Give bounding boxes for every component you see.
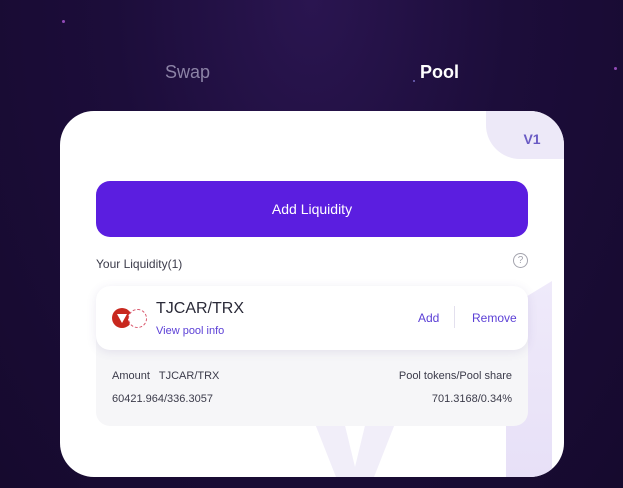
version-badge: V1 xyxy=(486,111,564,159)
tjcar-icon xyxy=(128,309,147,328)
nav-tabs: Swap Pool xyxy=(0,62,623,90)
your-liquidity-label: Your Liquidity(1) xyxy=(96,257,183,271)
tab-pool[interactable]: Pool xyxy=(420,62,459,83)
token-icon-pair xyxy=(112,308,148,330)
pair-name: TJCAR/TRX xyxy=(156,300,244,317)
amount-value: 60421.964/336.3057 xyxy=(112,393,213,405)
add-button[interactable]: Add xyxy=(418,311,439,325)
pool-card: V1 Add Liquidity Your Liquidity(1) ? TJC… xyxy=(60,111,564,477)
question-circle-icon[interactable]: ? xyxy=(513,253,528,268)
amount-label: Amount TJCAR/TRX xyxy=(112,370,220,382)
add-liquidity-button[interactable]: Add Liquidity xyxy=(96,181,528,237)
tab-swap[interactable]: Swap xyxy=(165,62,210,83)
pool-share-value: 701.3168/0.34% xyxy=(431,393,512,405)
pool-share-label: Pool tokens/Pool share xyxy=(398,370,512,382)
decorative-star xyxy=(62,20,65,23)
pair-row: TJCAR/TRX View pool info Add Remove xyxy=(96,286,528,350)
remove-button[interactable]: Remove xyxy=(472,311,517,325)
view-pool-info-link[interactable]: View pool info xyxy=(156,325,224,337)
liquidity-position: TJCAR/TRX View pool info Add Remove Amou… xyxy=(96,286,528,426)
divider xyxy=(454,306,455,328)
